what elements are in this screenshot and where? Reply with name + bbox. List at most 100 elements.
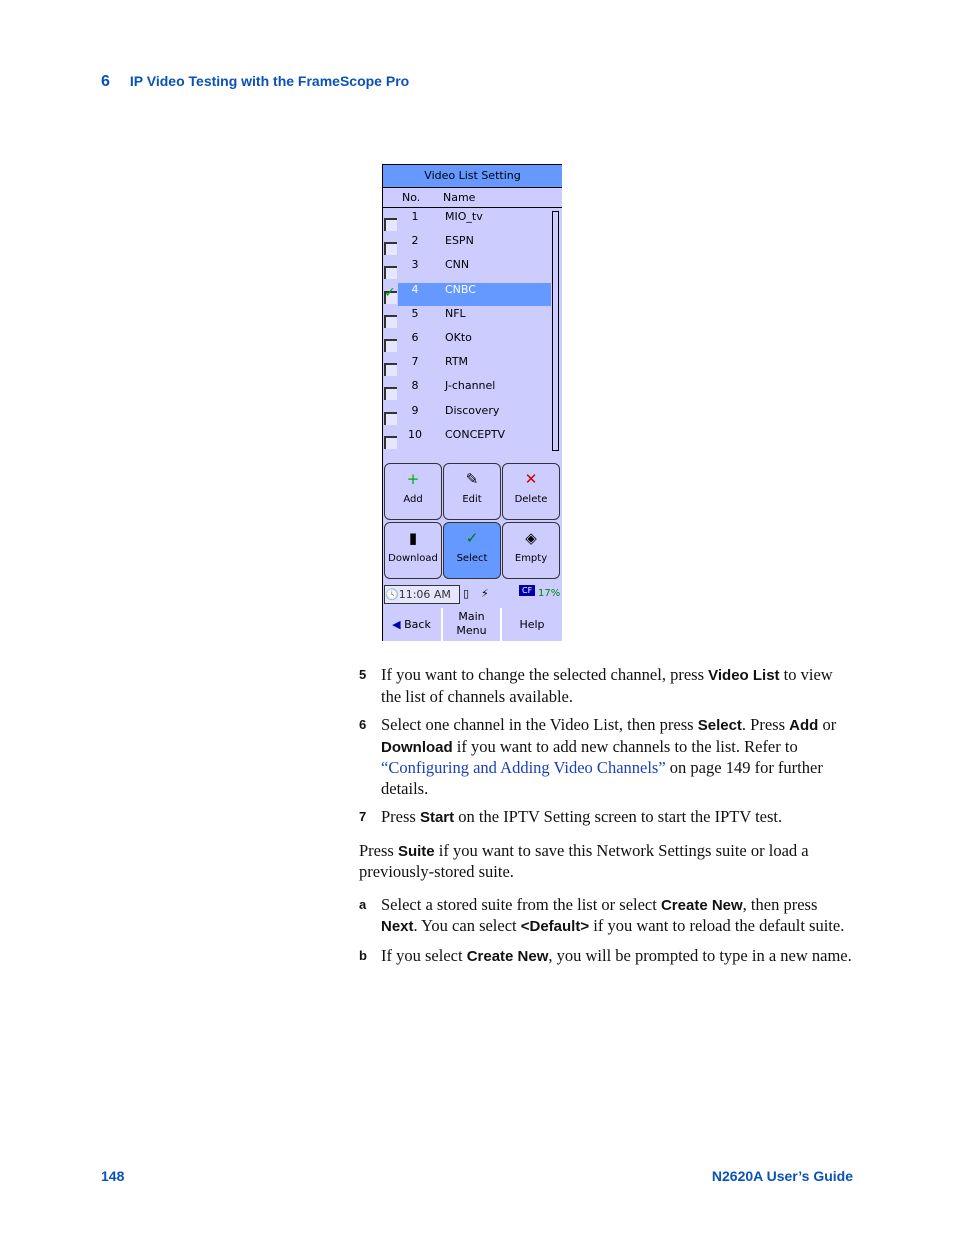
download-button[interactable]: ▮ Download [384, 522, 442, 579]
channel-row[interactable]: 2 ESPN [383, 234, 551, 258]
edit-button[interactable]: ✎ Edit [443, 463, 501, 520]
text: . Press [741, 715, 790, 734]
main-menu-button[interactable]: Main Menu [441, 608, 500, 641]
screen-title: Video List Setting [383, 165, 562, 188]
channel-name: Discovery [445, 403, 500, 417]
channel-row[interactable]: 7 RTM [383, 355, 551, 379]
delete-button[interactable]: ✕ Delete [502, 463, 560, 520]
download-label: Download [388, 553, 438, 564]
add-label: Add [403, 494, 423, 505]
step-number: 6 [359, 717, 367, 732]
bold-term: <Default> [520, 918, 590, 935]
edit-label: Edit [462, 494, 482, 505]
channel-row[interactable]: ✓ 4 CNBC [383, 282, 551, 307]
suite-paragraph: Press Suite if you want to save this Net… [359, 841, 854, 883]
bold-term: Add [789, 717, 819, 734]
channel-number: 5 [411, 306, 419, 320]
bold-term: Create New [466, 947, 549, 965]
channel-number: 2 [411, 234, 419, 248]
channel-number: 8 [411, 379, 419, 393]
channel-number: 7 [411, 355, 419, 369]
checkbox[interactable] [384, 218, 397, 231]
channel-name: CNBC [445, 282, 476, 296]
help-button[interactable]: Help [500, 608, 562, 641]
step-letter: b [359, 947, 367, 963]
chapter-number: 6 [101, 73, 110, 90]
storage-percent: 17% [538, 588, 561, 599]
bold-term: Video List [708, 667, 780, 684]
channel-name: RTM [445, 355, 469, 369]
step-number: 5 [359, 667, 367, 682]
channel-row[interactable]: 6 OKto [383, 331, 551, 355]
channel-row[interactable]: 3 CNN [383, 258, 551, 282]
step-letter: a [359, 896, 367, 912]
back-label: Back [404, 618, 431, 631]
battery-icon: ▯ [463, 587, 470, 600]
empty-label: Empty [514, 553, 548, 564]
running-header: 6 IP Video Testing with the FrameScope Pr… [101, 73, 409, 91]
channel-name: OKto [445, 331, 472, 344]
add-button[interactable]: + Add [384, 463, 442, 520]
device-icon: ▮ [408, 529, 418, 547]
chapter-title: IP Video Testing with the FrameScope Pro [129, 73, 410, 89]
delete-label: Delete [514, 494, 548, 505]
bold-term: Suite [397, 842, 435, 860]
checkmark-icon: ✓ [384, 284, 396, 301]
channel-row[interactable]: 1 MIO_tv [383, 210, 551, 234]
power-plug-icon: ⚡ [481, 587, 489, 600]
text: If you want to change the selected chann… [381, 665, 709, 684]
text: Select a stored suite from the list or s… [381, 894, 661, 914]
help-label: Help [519, 618, 545, 631]
step-6: 6 Select one channel in the Video List, t… [359, 715, 854, 799]
checkbox[interactable] [384, 387, 397, 401]
checkbox[interactable] [384, 314, 397, 328]
channel-row[interactable]: 9 Discovery [383, 404, 551, 428]
bold-term: Download [381, 738, 453, 756]
col-no: No. [402, 191, 421, 204]
plus-icon: + [406, 470, 420, 488]
checkbox[interactable] [384, 411, 397, 425]
checkbox[interactable] [384, 435, 397, 449]
eraser-icon: ◈ [525, 529, 537, 547]
channel-row[interactable]: 5 NFL [383, 307, 551, 331]
channel-number: 10 [408, 427, 422, 441]
checkbox[interactable] [384, 363, 397, 377]
text: if you want to reload the default suite. [589, 916, 845, 935]
text: or [818, 715, 837, 734]
channel-number: 4 [411, 282, 419, 296]
checkbox[interactable] [384, 339, 397, 352]
bold-term: Create New [660, 896, 743, 914]
step-7: 7 Press Start on the IPTV Setting screen … [359, 807, 854, 829]
bold-term: Select [697, 717, 742, 734]
device-screen: Video List Setting No. Name 1 MIO_tv 2 ESPN… [382, 164, 562, 641]
col-name: Name [443, 191, 476, 204]
checkbox[interactable] [384, 242, 397, 256]
guide-title: N2620A User’s Guide [711, 1168, 853, 1184]
empty-button[interactable]: ◈ Empty [502, 522, 560, 579]
channel-name: ESPN [445, 234, 474, 248]
checkbox[interactable]: ✓ [384, 285, 397, 304]
back-button[interactable]: ◀ Back [383, 608, 440, 641]
check-icon: ✓ [465, 529, 479, 547]
text: , then press [742, 894, 818, 914]
channel-number: 6 [411, 331, 419, 344]
substep-b: b If you select Create New, you will be p… [359, 946, 854, 968]
checkbox[interactable] [384, 266, 397, 280]
page-number: 148 [101, 1168, 125, 1184]
substep-a: a Select a stored suite from the list or … [359, 895, 854, 938]
channel-row[interactable]: 8 J-channel [383, 379, 551, 403]
status-bar: 🕓11:06 AM ▯ ⚡ CF 17% [383, 585, 562, 605]
select-button[interactable]: ✓ Select [443, 522, 501, 579]
channel-number: 3 [411, 258, 419, 272]
scrollbar[interactable] [552, 211, 559, 451]
step-5: 5 If you want to change the selected chan… [359, 665, 854, 707]
time: 11:06 AM [398, 588, 451, 601]
channel-number: 1 [411, 210, 419, 223]
column-header: No. Name [383, 188, 562, 208]
cf-card-icon: CF [519, 585, 536, 596]
bold-term: Next [381, 918, 414, 935]
channel-row[interactable]: 10 CONCEPTV [383, 428, 551, 452]
text: Press [381, 807, 420, 826]
channel-name: J-channel [445, 379, 496, 393]
cross-reference-link[interactable]: “Configuring and Adding Video Channels” [381, 758, 666, 777]
